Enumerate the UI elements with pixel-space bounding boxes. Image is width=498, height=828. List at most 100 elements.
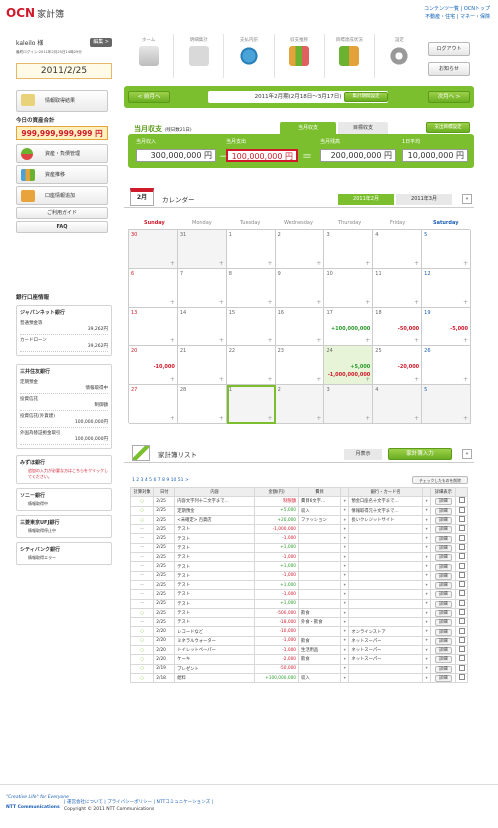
calendar-day[interactable]: 22 + — [226, 346, 276, 386]
table-row[interactable]: ○ 2/25 <未確定> 百貨店 +20,000 ファッション ▾ 長いクレジットサイト ▾ 詳… — [129, 514, 468, 526]
tab-mar[interactable]: 2011年3月 — [396, 194, 452, 205]
collapse-list-icon[interactable]: « — [462, 449, 472, 459]
target-cell[interactable]: — — [129, 570, 155, 581]
tab-goal[interactable]: 目標収支 — [338, 122, 388, 134]
row-checkbox[interactable] — [458, 572, 465, 578]
category-select[interactable]: ▾ — [339, 514, 350, 526]
nav-trend[interactable]: 収支推移 — [275, 34, 325, 78]
calendar-day[interactable]: 6 + — [129, 268, 178, 308]
ocn-logo[interactable]: OCN 家計簿 — [6, 6, 64, 20]
detail-button[interactable]: 詳細 — [435, 526, 452, 533]
month-view-button[interactable]: 月表示 — [344, 449, 382, 460]
calendar-day[interactable]: 24 + +5,000 -1,000,000,000 — [324, 346, 374, 386]
detail-button[interactable]: 詳細 — [435, 498, 452, 506]
detail-button[interactable]: 詳細 — [435, 507, 452, 515]
target-cell[interactable]: — — [129, 579, 155, 591]
exclude-dash-icon[interactable]: — — [140, 573, 144, 578]
target-cell[interactable]: ○ — [129, 645, 155, 656]
nav-payments[interactable]: 支払内訳 — [224, 34, 275, 78]
bank-select[interactable]: ▾ — [421, 496, 432, 507]
add-entry-icon[interactable]: + — [219, 299, 224, 306]
category-select[interactable]: ▾ — [339, 579, 350, 591]
category-select[interactable]: ▾ — [339, 617, 350, 628]
calendar-day[interactable]: 3 + — [324, 385, 374, 424]
add-entry-icon[interactable]: + — [170, 299, 175, 306]
table-row[interactable]: ○ 2/25 定期預金 +5,000 収入 ▾ 情報取得元十文字まで… ▾ 詳細 — [129, 505, 468, 516]
calendar-day[interactable]: 1 + — [226, 230, 276, 269]
calendar-day[interactable]: 23 + — [275, 346, 325, 386]
guide-button[interactable]: ご利用ガイド — [16, 207, 108, 219]
category-select[interactable]: ▾ — [339, 505, 350, 516]
row-checkbox[interactable] — [458, 553, 465, 560]
row-checkbox[interactable] — [458, 590, 465, 597]
add-entry-icon[interactable]: + — [316, 415, 321, 422]
table-row[interactable]: —2/25 テスト -1,000,000 ▾ ▾ 詳細 — [129, 524, 468, 535]
table-row[interactable]: ○ 2/25 内容文字列十二文字まで… 制限額 費目6文字… ▾ 預金口座名十文字まで… ▾ 詳… — [129, 496, 468, 507]
edit-button[interactable]: 編集 > — [90, 38, 112, 47]
calendar-day[interactable]: 1 + — [226, 385, 276, 424]
category-select[interactable]: ▾ — [339, 533, 350, 544]
exclude-dash-icon[interactable]: — — [140, 555, 144, 560]
row-checkbox[interactable] — [458, 627, 465, 634]
include-circle-icon[interactable]: ○ — [140, 657, 144, 662]
add-entry-icon[interactable]: + — [170, 415, 175, 422]
detail-button[interactable]: 詳細 — [435, 582, 452, 589]
category-select[interactable]: ▾ — [339, 607, 350, 619]
bank-select[interactable]: ▾ — [421, 645, 432, 656]
add-entry-icon[interactable]: + — [365, 260, 370, 267]
add-entry-icon[interactable]: + — [414, 337, 419, 344]
bank-select[interactable]: ▾ — [421, 589, 432, 600]
calendar-day[interactable]: 16 + — [275, 307, 325, 347]
category-select[interactable]: ▾ — [339, 570, 350, 581]
exclude-dash-icon[interactable]: — — [140, 583, 144, 588]
detail-button[interactable]: 詳細 — [435, 563, 452, 571]
exclude-dash-icon[interactable]: — — [140, 536, 144, 541]
target-cell[interactable]: ○ — [129, 514, 155, 526]
add-entry-icon[interactable]: + — [463, 415, 468, 422]
include-circle-icon[interactable]: ○ — [140, 611, 144, 616]
add-entry-icon[interactable]: + — [268, 376, 273, 383]
calendar-day[interactable]: 3 + — [324, 230, 374, 269]
calendar-day[interactable]: 20 + -10,000 — [129, 346, 178, 386]
row-checkbox[interactable] — [458, 646, 465, 653]
bank-select[interactable]: ▾ — [421, 598, 432, 609]
target-cell[interactable]: — — [129, 524, 155, 535]
calendar-day[interactable]: 30 + — [129, 230, 178, 269]
add-entry-icon[interactable]: + — [316, 260, 321, 267]
category-select[interactable]: ▾ — [339, 645, 350, 656]
calendar-day[interactable]: 9 + — [275, 268, 325, 308]
add-entry-icon[interactable]: + — [463, 260, 468, 267]
row-checkbox[interactable] — [458, 525, 465, 532]
exclude-dash-icon[interactable]: — — [140, 620, 144, 625]
category-select[interactable]: ▾ — [339, 663, 350, 674]
row-checkbox[interactable] — [458, 655, 465, 662]
top-links-line1[interactable]: コンテンツ一覧 | OCNトップ — [424, 5, 490, 13]
bank-select[interactable]: ▾ — [421, 626, 432, 637]
row-checkbox[interactable] — [458, 507, 465, 513]
add-entry-icon[interactable]: + — [463, 299, 468, 306]
exclude-dash-icon[interactable]: — — [140, 527, 144, 532]
delete-checked-button[interactable]: チェックしたものを削除 — [412, 476, 468, 484]
add-entry-icon[interactable]: + — [414, 260, 419, 267]
detail-button[interactable]: 詳細 — [435, 610, 452, 617]
nav-home[interactable]: ホーム — [124, 34, 175, 78]
row-checkbox[interactable] — [458, 600, 465, 606]
include-circle-icon[interactable]: ○ — [140, 508, 144, 513]
include-circle-icon[interactable]: ○ — [140, 629, 144, 634]
bank-smbc[interactable]: 三井住友銀行 定期預金 情報取得中 投資信託 制御額 投資信託(外貨建) 100,00… — [16, 364, 112, 449]
target-cell[interactable]: — — [129, 598, 155, 609]
add-account-button[interactable]: 口座情報追加 — [16, 186, 108, 205]
exclude-dash-icon[interactable]: — — [140, 545, 144, 550]
prev-month-button[interactable]: < 前月へ — [128, 91, 170, 103]
faq-button[interactable]: FAQ — [16, 221, 108, 233]
add-entry-icon[interactable]: + — [268, 260, 273, 267]
table-row[interactable]: —2/25 テスト -1,000 ▾ ▾ 詳細 — [129, 552, 468, 563]
bank-note[interactable]: 追加の入力が必要な方はこちらをクリックしてください。 — [20, 468, 108, 480]
bank-select[interactable]: ▾ — [421, 542, 432, 554]
calendar-day[interactable]: 28 + — [177, 385, 227, 424]
calendar-day[interactable]: 18 + -50,000 — [373, 307, 423, 347]
bank-select[interactable]: ▾ — [421, 561, 432, 572]
calendar-day[interactable]: 19 + -5,000 — [422, 307, 472, 347]
table-row[interactable]: —2/25 テスト +1,000 ▾ ▾ 詳細 — [129, 561, 468, 572]
table-row[interactable]: —2/25 テスト -1,000 ▾ ▾ 詳細 — [129, 589, 468, 600]
